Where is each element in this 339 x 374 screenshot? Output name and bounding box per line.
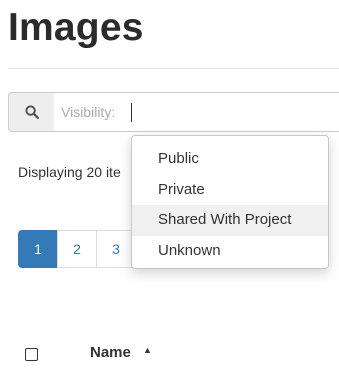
page-link-2[interactable]: 2 — [57, 230, 97, 268]
header-divider — [8, 68, 339, 69]
images-page: Images Visibility: Displaying 20 ite 1 2… — [0, 0, 339, 374]
pagination: 1 2 3 — [18, 230, 136, 268]
sort-ascending-icon: ▲ — [143, 345, 152, 355]
search-icon — [24, 105, 39, 119]
option-unknown[interactable]: Unknown — [132, 236, 328, 267]
search-bar: Visibility: — [8, 92, 339, 132]
option-shared-with-project[interactable]: Shared With Project — [132, 205, 328, 236]
column-header-name[interactable]: Name — [90, 344, 131, 361]
search-input[interactable]: Visibility: — [54, 92, 339, 132]
select-all-checkbox[interactable] — [25, 348, 38, 361]
option-public[interactable]: Public — [132, 144, 328, 175]
text-cursor — [131, 103, 132, 122]
page-link-1[interactable]: 1 — [18, 230, 58, 268]
page-link-3[interactable]: 3 — [96, 230, 136, 268]
search-button[interactable] — [8, 92, 55, 132]
facet-label: Visibility: — [61, 104, 116, 120]
item-count-summary: Displaying 20 ite — [18, 164, 121, 180]
page-title: Images — [8, 6, 144, 49]
visibility-dropdown: Public Private Shared With Project Unkno… — [131, 135, 329, 269]
option-private[interactable]: Private — [132, 175, 328, 206]
